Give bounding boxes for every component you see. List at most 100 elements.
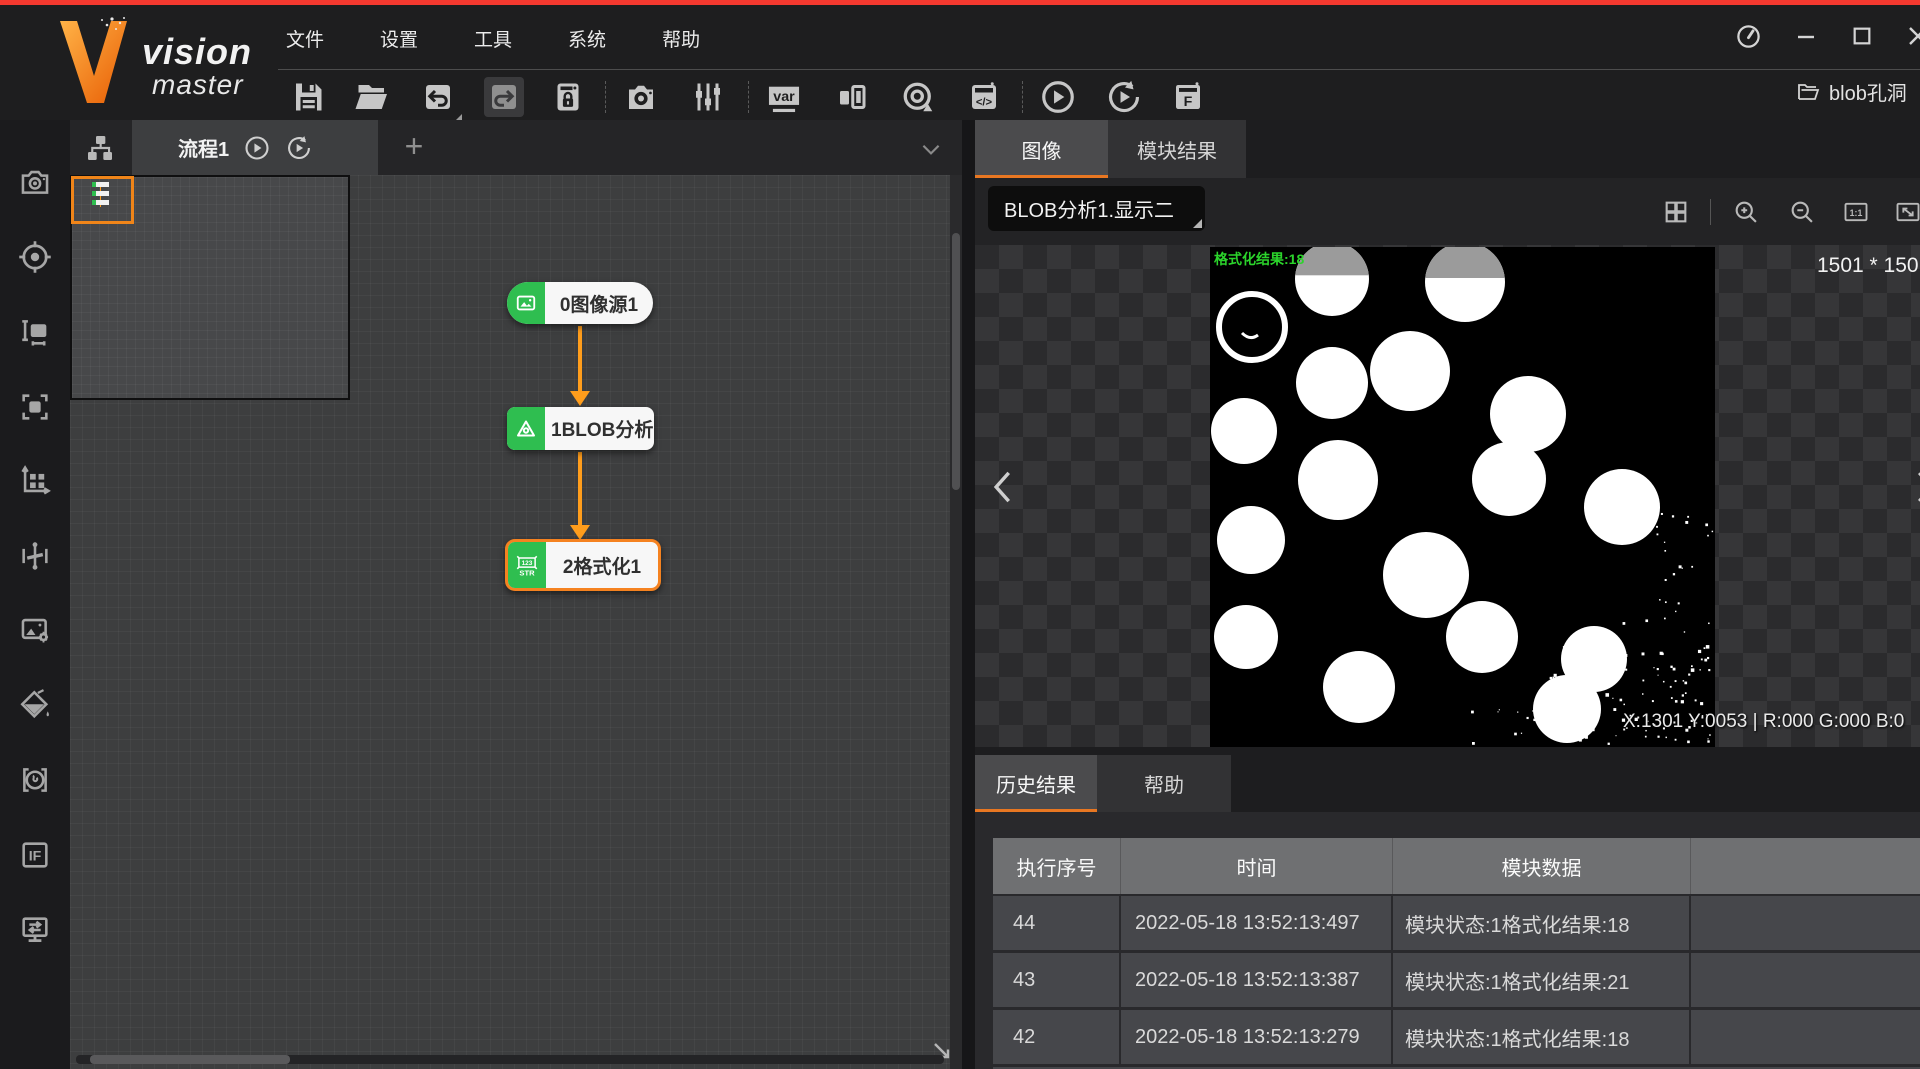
add-flow-button[interactable]: + (396, 128, 432, 165)
flow-run-once-icon[interactable] (243, 134, 271, 162)
next-image-chevron-icon[interactable] (1905, 465, 1920, 509)
minimap-node (92, 200, 109, 205)
hscroll-thumb[interactable] (90, 1055, 290, 1064)
minimize-icon[interactable] (1791, 21, 1821, 51)
flow-tab[interactable]: 流程1 (132, 120, 378, 175)
viewer-tabs: 图像 模块结果 (975, 120, 1920, 178)
node-blob-analysis[interactable]: 1BLOB分析1 (507, 407, 654, 450)
node-label: 1BLOB分析1 (545, 407, 654, 450)
image-source-dropdown[interactable]: BLOB分析1.显示二 (988, 186, 1205, 231)
measure-icon[interactable] (15, 312, 55, 352)
panel-divider[interactable] (962, 120, 975, 1069)
menubar: 文件 设置 工具 系统 帮助 (282, 19, 704, 58)
redo-icon[interactable] (484, 77, 524, 117)
variable-icon[interactable]: var (764, 77, 804, 117)
zoom-out-icon[interactable] (1787, 197, 1817, 227)
run-once-icon[interactable] (1038, 77, 1078, 117)
image-overlay-label: 格式化结果:18 (1214, 249, 1304, 269)
tab-module-result[interactable]: 模块结果 (1108, 120, 1246, 178)
tab-module-result-label: 模块结果 (1137, 135, 1217, 164)
save-icon[interactable] (288, 77, 328, 117)
flow-canvas[interactable]: 0图像源1 1BLOB分析1 123STR 2格式化1 (70, 175, 962, 1069)
table-row[interactable]: 43 2022-05-18 13:52:13:387 模块状态:1格式化结果:2… (993, 953, 1920, 1007)
flow-panel: 流程1 + 0图像源1 (70, 120, 962, 1069)
zoom-in-icon[interactable] (1731, 197, 1761, 227)
folder-icon (1796, 80, 1820, 104)
canvas-horizontal-scrollbar[interactable] (76, 1055, 944, 1064)
close-icon[interactable] (1903, 21, 1920, 51)
svg-text:1:1: 1:1 (1850, 208, 1863, 218)
run-continuous-icon[interactable] (1104, 77, 1144, 117)
previous-image-chevron-icon[interactable] (985, 465, 1025, 509)
node-format[interactable]: 123STR 2格式化1 (505, 539, 661, 591)
tab-history-result[interactable]: 历史结果 (975, 755, 1097, 812)
svg-text:STR: STR (519, 568, 535, 577)
defect-detection-icon[interactable] (15, 760, 55, 800)
tab-image[interactable]: 图像 (975, 120, 1108, 178)
maximize-icon[interactable] (1847, 21, 1877, 51)
canvas-vertical-scrollbar[interactable] (950, 175, 962, 1069)
tab-help-label: 帮助 (1144, 769, 1184, 798)
menu-settings[interactable]: 设置 (376, 19, 422, 58)
toolbar-separator (1022, 81, 1024, 113)
history-table-header: 执行序号 时间 模块数据 (993, 838, 1920, 894)
toolbar-separator (605, 81, 607, 113)
grid-layout-icon[interactable] (1661, 197, 1691, 227)
parameter-tune-icon[interactable] (688, 77, 728, 117)
image-source-dropdown-value: BLOB分析1.显示二 (1004, 194, 1174, 223)
history-body: 执行序号 时间 模块数据 44 2022-05-18 13:52:13:497 … (975, 812, 1920, 1069)
flow-hierarchy-icon[interactable] (84, 132, 116, 164)
header-time: 时间 (1121, 838, 1393, 894)
lock-screen-icon[interactable] (548, 77, 588, 117)
node-image-source[interactable]: 0图像源1 (507, 282, 653, 324)
tab-help[interactable]: 帮助 (1097, 755, 1231, 812)
alignment-icon[interactable] (15, 536, 55, 576)
history-table: 执行序号 时间 模块数据 44 2022-05-18 13:52:13:497 … (993, 838, 1920, 894)
cell-exec-index: 42 (993, 1010, 1121, 1064)
camera-acquisition-icon[interactable] (15, 162, 55, 202)
cell-empty (1691, 896, 1920, 950)
communication-icon[interactable] (15, 910, 55, 950)
pixel-status-readout: X:1301 Y:0053 | R:000 G:000 B:0 (1623, 711, 1904, 733)
global-trigger-icon[interactable] (898, 77, 938, 117)
current-project[interactable]: blob孔洞 (1796, 77, 1907, 106)
target-location-icon[interactable] (15, 237, 55, 277)
color-processing-icon[interactable] (15, 685, 55, 725)
camera-capture-icon[interactable] (621, 77, 661, 117)
table-row[interactable]: 42 2022-05-18 13:52:13:279 模块状态:1格式化结果:1… (993, 1010, 1920, 1064)
undo-icon[interactable] (418, 77, 458, 117)
script-code-icon[interactable]: </> (964, 77, 1004, 117)
recognition-icon[interactable] (15, 387, 55, 427)
menu-help[interactable]: 帮助 (658, 19, 704, 58)
fit-to-window-icon[interactable] (1893, 197, 1920, 227)
logic-if-icon[interactable]: IF (15, 835, 55, 875)
cell-empty (1691, 1010, 1920, 1064)
flow-run-continuous-icon[interactable] (285, 134, 313, 162)
header-exec-index: 执行序号 (993, 838, 1121, 894)
brand-line1: vision (142, 31, 252, 73)
image-viewer-stage[interactable]: 格式化结果:18 1501 * 150 X:1301 Y:0053 | R:00… (975, 245, 1920, 747)
tab-image-label: 图像 (1022, 135, 1062, 164)
cell-time: 2022-05-18 13:52:13:387 (1121, 953, 1393, 1007)
svg-text:F: F (1184, 94, 1193, 110)
performance-gauge-icon[interactable] (1733, 21, 1763, 51)
open-folder-icon[interactable] (352, 77, 392, 117)
menu-file[interactable]: 文件 (282, 19, 328, 58)
menu-system[interactable]: 系统 (564, 19, 610, 58)
zoom-one-to-one-icon[interactable]: 1:1 (1841, 197, 1871, 227)
vscroll-thumb[interactable] (952, 233, 960, 490)
cell-time: 2022-05-18 13:52:13:279 (1121, 1010, 1393, 1064)
blob-analysis-icon (507, 407, 545, 450)
menu-tools[interactable]: 工具 (470, 19, 516, 58)
module-io-icon[interactable] (832, 77, 872, 117)
cell-exec-index: 43 (993, 953, 1121, 1007)
chevron-down-icon[interactable] (918, 136, 944, 162)
cell-exec-index: 44 (993, 896, 1121, 950)
flow-tab-label: 流程1 (178, 133, 229, 162)
node-label: 2格式化1 (546, 542, 658, 588)
image-processing-icon[interactable] (15, 610, 55, 650)
table-row[interactable]: 44 2022-05-18 13:52:13:497 模块状态:1格式化结果:1… (993, 896, 1920, 950)
format-window-icon[interactable]: F (1168, 77, 1208, 117)
svg-text:IF: IF (29, 849, 42, 865)
calibration-icon[interactable] (15, 461, 55, 501)
